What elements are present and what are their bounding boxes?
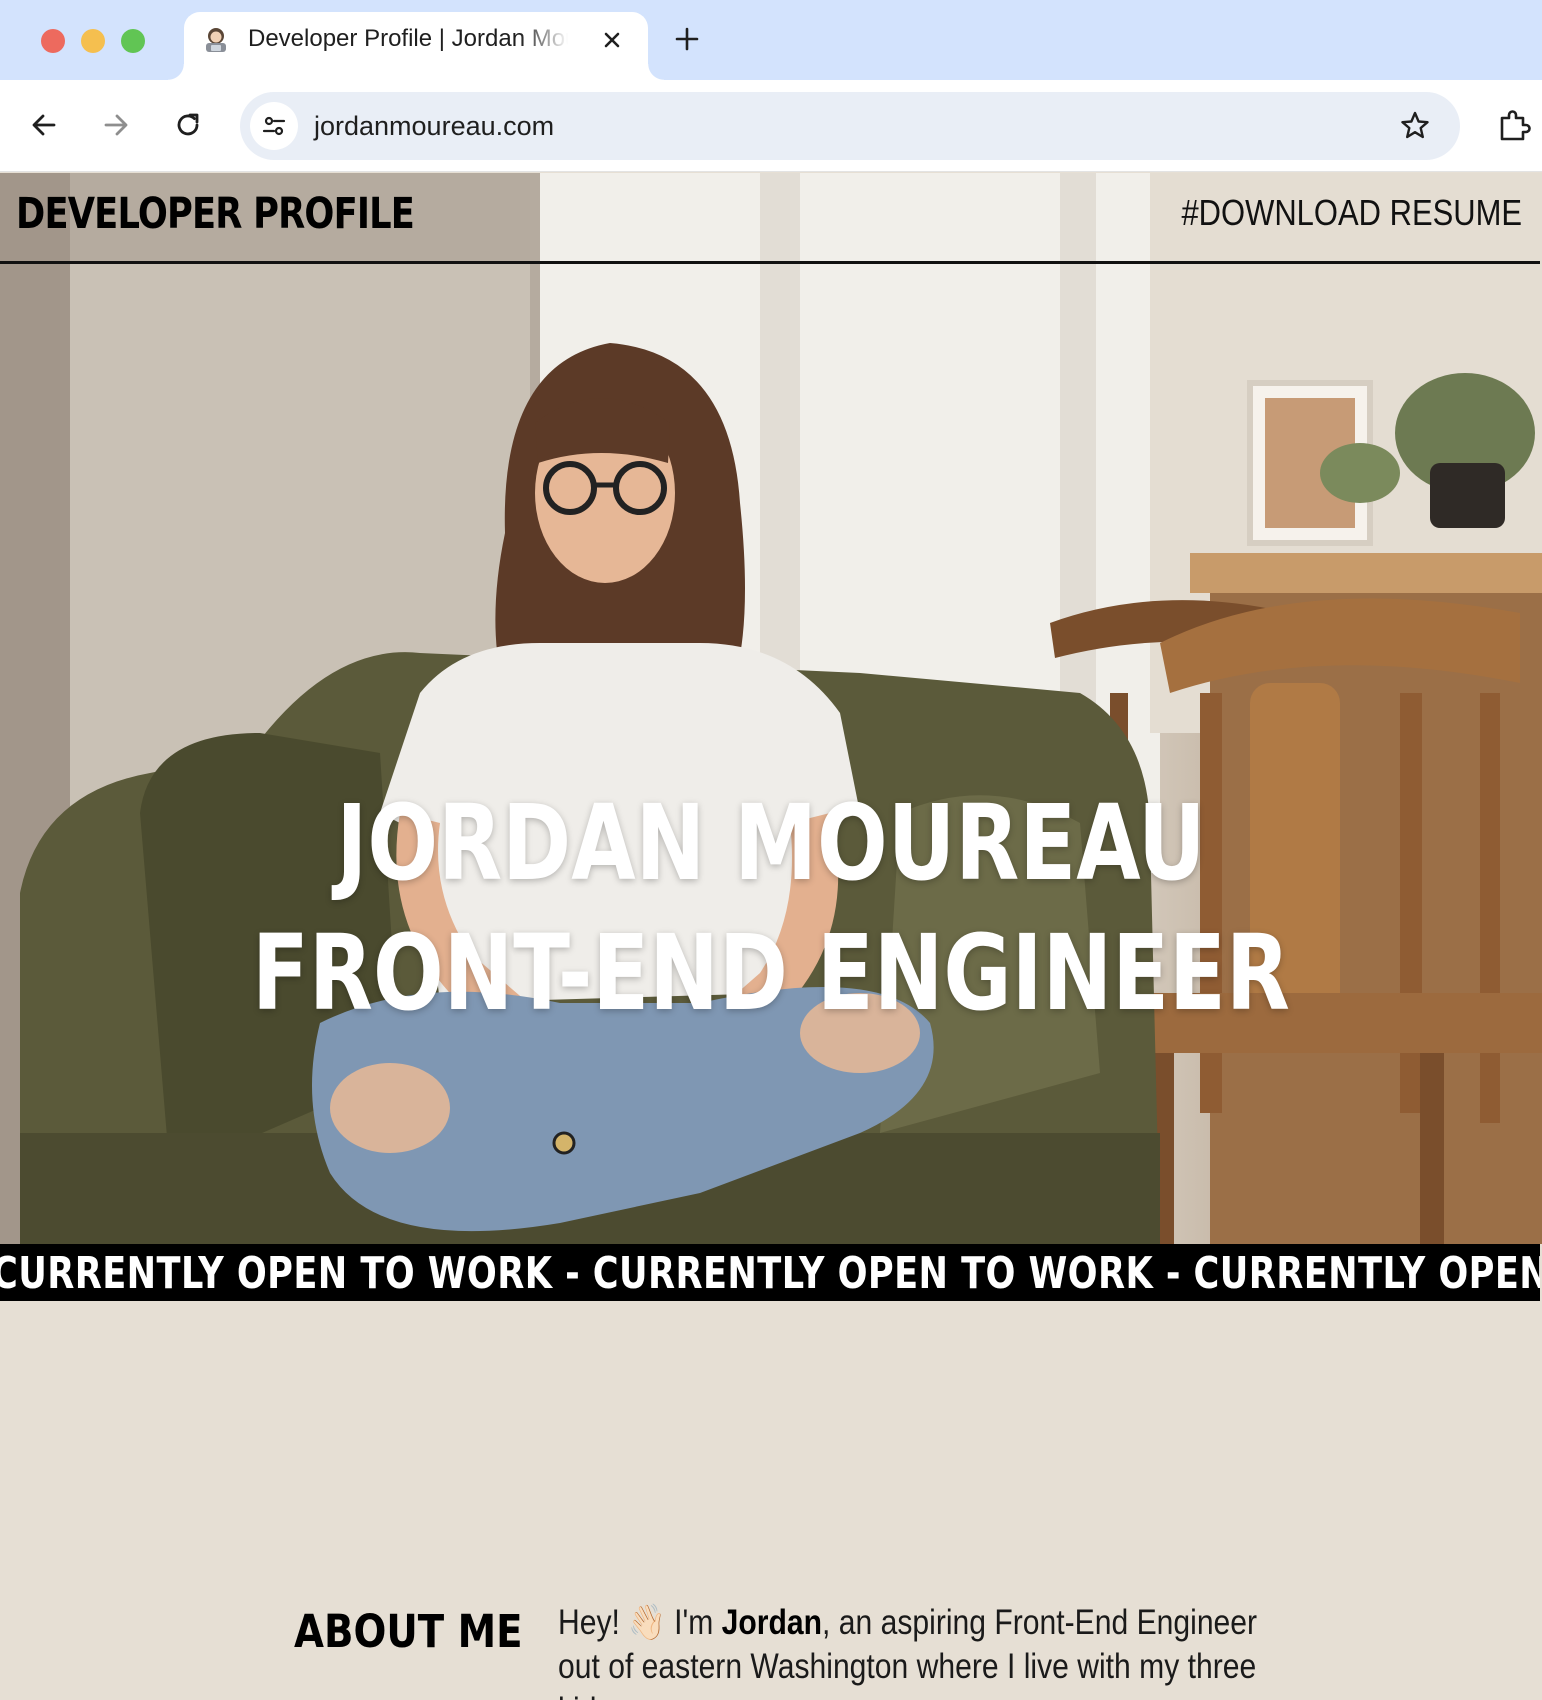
forward-arrow-icon[interactable] xyxy=(98,107,134,143)
wave-emoji-icon: 👋🏻 xyxy=(628,1603,666,1642)
plus-icon[interactable] xyxy=(672,24,702,54)
browser-tabstrip: Developer Profile | Jordan Moureau xyxy=(0,0,1542,80)
hero-name: JORDAN MOUREAU xyxy=(336,782,1206,904)
about-intro-im: I'm xyxy=(665,1603,722,1642)
browser-toolbar: jordanmoureau.com xyxy=(0,80,1542,172)
window-close-button[interactable] xyxy=(41,29,65,53)
hero-photo xyxy=(0,173,1542,1244)
about-name: Jordan xyxy=(721,1603,823,1642)
back-arrow-icon[interactable] xyxy=(26,107,62,143)
technologist-favicon-icon xyxy=(206,28,226,52)
about-heading: ABOUT ME xyxy=(294,1605,523,1658)
bookmark-star-icon[interactable] xyxy=(1398,109,1432,143)
site-settings-icon xyxy=(262,116,286,136)
url-text: jordanmoureau.com xyxy=(314,111,555,141)
active-tab[interactable]: Developer Profile | Jordan Moureau xyxy=(168,12,664,80)
site-settings-button[interactable] xyxy=(250,102,298,150)
site-brand[interactable]: DEVELOPER PROFILE xyxy=(16,189,415,239)
reload-icon[interactable] xyxy=(170,107,206,143)
close-icon[interactable] xyxy=(598,26,626,54)
open-to-work-ticker: CURRENTLY OPEN TO WORK - CURRENTLY OPEN … xyxy=(0,1244,1540,1301)
site-header: DEVELOPER PROFILE #DOWNLOAD RESUME xyxy=(0,173,1540,264)
download-resume-link[interactable]: #DOWNLOAD RESUME xyxy=(1181,192,1522,234)
address-bar[interactable]: jordanmoureau.com xyxy=(240,92,1460,160)
hero-role: FRONT-END ENGINEER xyxy=(252,912,1290,1034)
hero-section: DEVELOPER PROFILE #DOWNLOAD RESUME JORDA… xyxy=(0,173,1542,1244)
window-minimize-button[interactable] xyxy=(81,29,105,53)
ticker-text: CURRENTLY OPEN TO WORK - CURRENTLY OPEN … xyxy=(0,1248,1540,1299)
extensions-icon[interactable] xyxy=(1494,106,1534,146)
about-text: Hey! 👋🏻 I'm Jordan, an aspiring Front-En… xyxy=(558,1601,1263,1700)
tab-title: Developer Profile | Jordan Moureau xyxy=(248,25,568,52)
about-intro-before: Hey! xyxy=(558,1603,629,1642)
window-zoom-button[interactable] xyxy=(121,29,145,53)
